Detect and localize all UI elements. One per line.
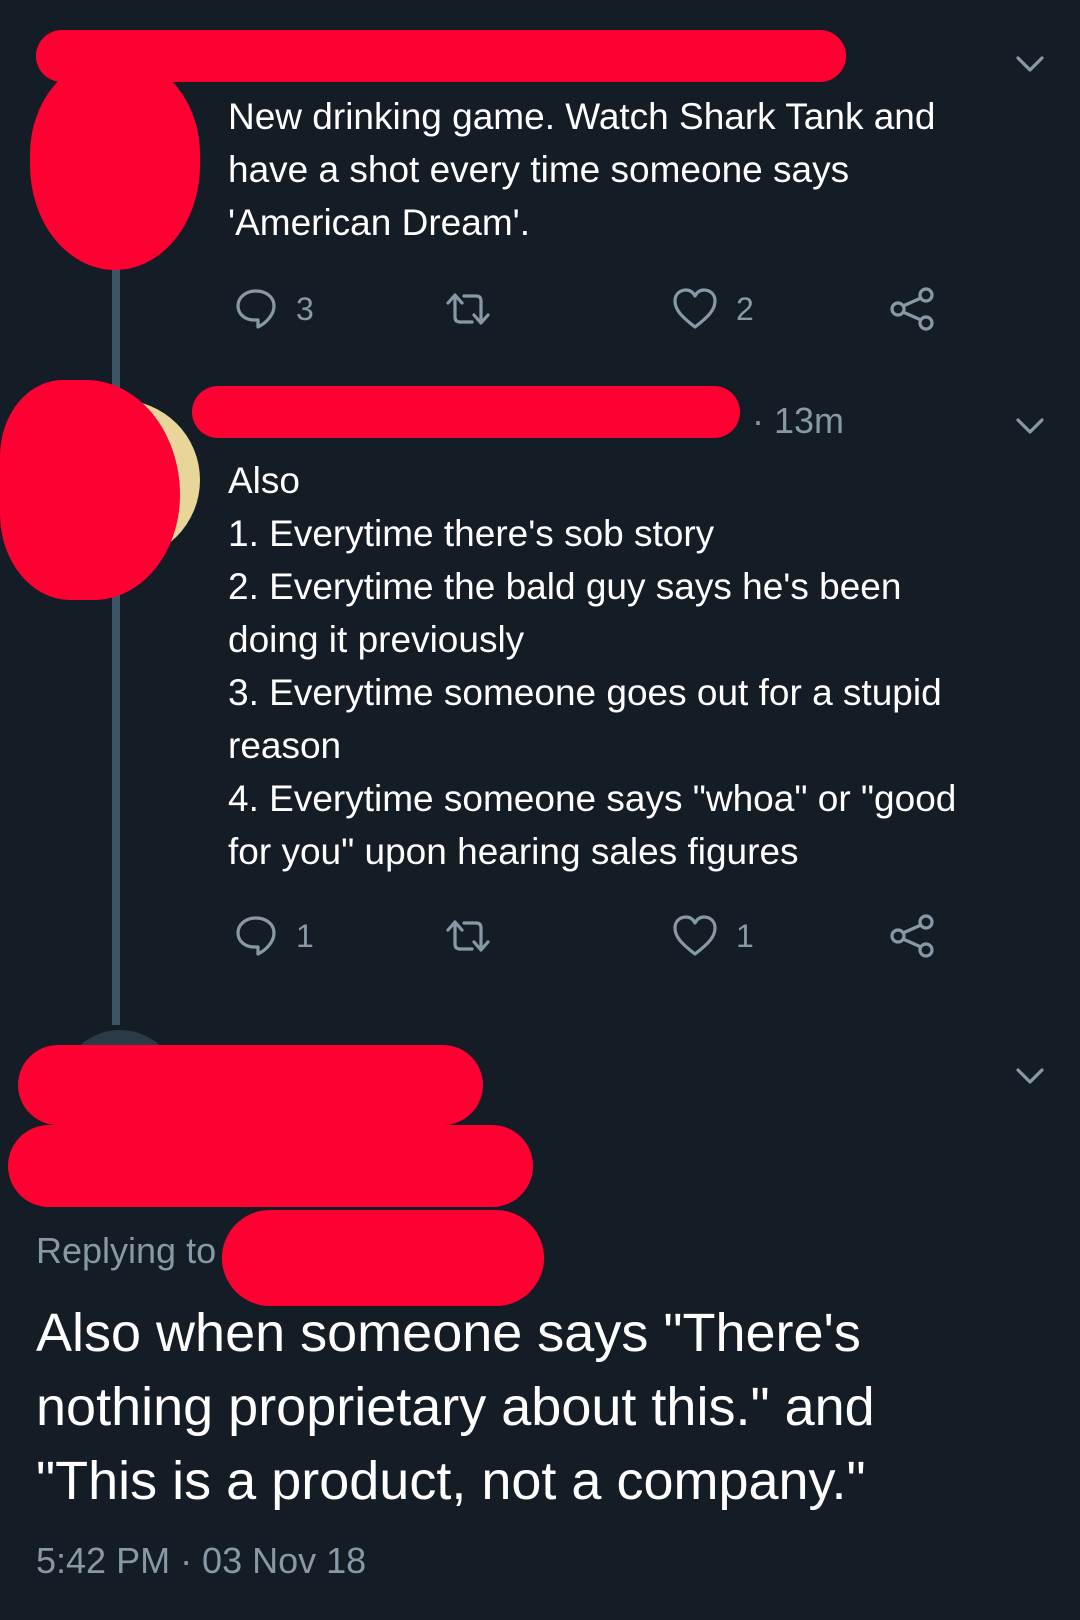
thread-line <box>112 250 120 398</box>
heart-icon <box>673 288 717 329</box>
redacted-username <box>36 30 846 82</box>
tweet-menu-button[interactable] <box>1010 406 1050 451</box>
share-icon <box>890 287 934 331</box>
redacted-author <box>8 1125 533 1207</box>
tweet-time: · 13m <box>752 400 845 441</box>
reply-button[interactable]: 3 <box>232 285 314 333</box>
reply-button[interactable]: 1 <box>232 912 314 960</box>
retweet-button[interactable] <box>440 285 496 333</box>
like-count: 2 <box>736 290 754 327</box>
share-button[interactable] <box>888 285 938 333</box>
tweet-menu-button[interactable] <box>1010 1056 1050 1101</box>
chevron-down-icon <box>1016 56 1044 72</box>
chevron-down-icon <box>1016 1068 1044 1084</box>
like-button[interactable]: 1 <box>670 912 754 960</box>
redacted-username <box>192 386 740 438</box>
retweet-button[interactable] <box>440 912 496 960</box>
reply-count: 3 <box>296 290 314 327</box>
like-button[interactable]: 2 <box>670 285 754 333</box>
like-count: 1 <box>736 917 754 954</box>
chevron-down-icon <box>1016 418 1044 434</box>
share-button[interactable] <box>888 912 938 960</box>
redacted-author <box>18 1045 483 1125</box>
share-icon <box>890 914 934 958</box>
tweet-text: New drinking game. Watch Shark Tank and … <box>228 96 936 243</box>
main-tweet-text: Also when someone says "There's nothing … <box>36 1303 875 1511</box>
replying-to-label: Replying to <box>36 1230 217 1271</box>
redacted-handle <box>222 1212 544 1304</box>
thread-line <box>112 585 120 1025</box>
reply-icon <box>236 916 276 956</box>
avatar[interactable] <box>30 60 200 270</box>
tweet-menu-button[interactable] <box>1010 44 1050 89</box>
heart-icon <box>673 915 717 956</box>
tweet-text: Also 1. Everytime there's sob story 2. E… <box>228 460 957 872</box>
reply-icon <box>236 289 276 329</box>
reply-count: 1 <box>296 917 314 954</box>
retweet-icon <box>446 920 490 952</box>
tweet-timestamp: 5:42 PM · 03 Nov 18 <box>36 1540 367 1581</box>
retweet-icon <box>446 293 490 325</box>
